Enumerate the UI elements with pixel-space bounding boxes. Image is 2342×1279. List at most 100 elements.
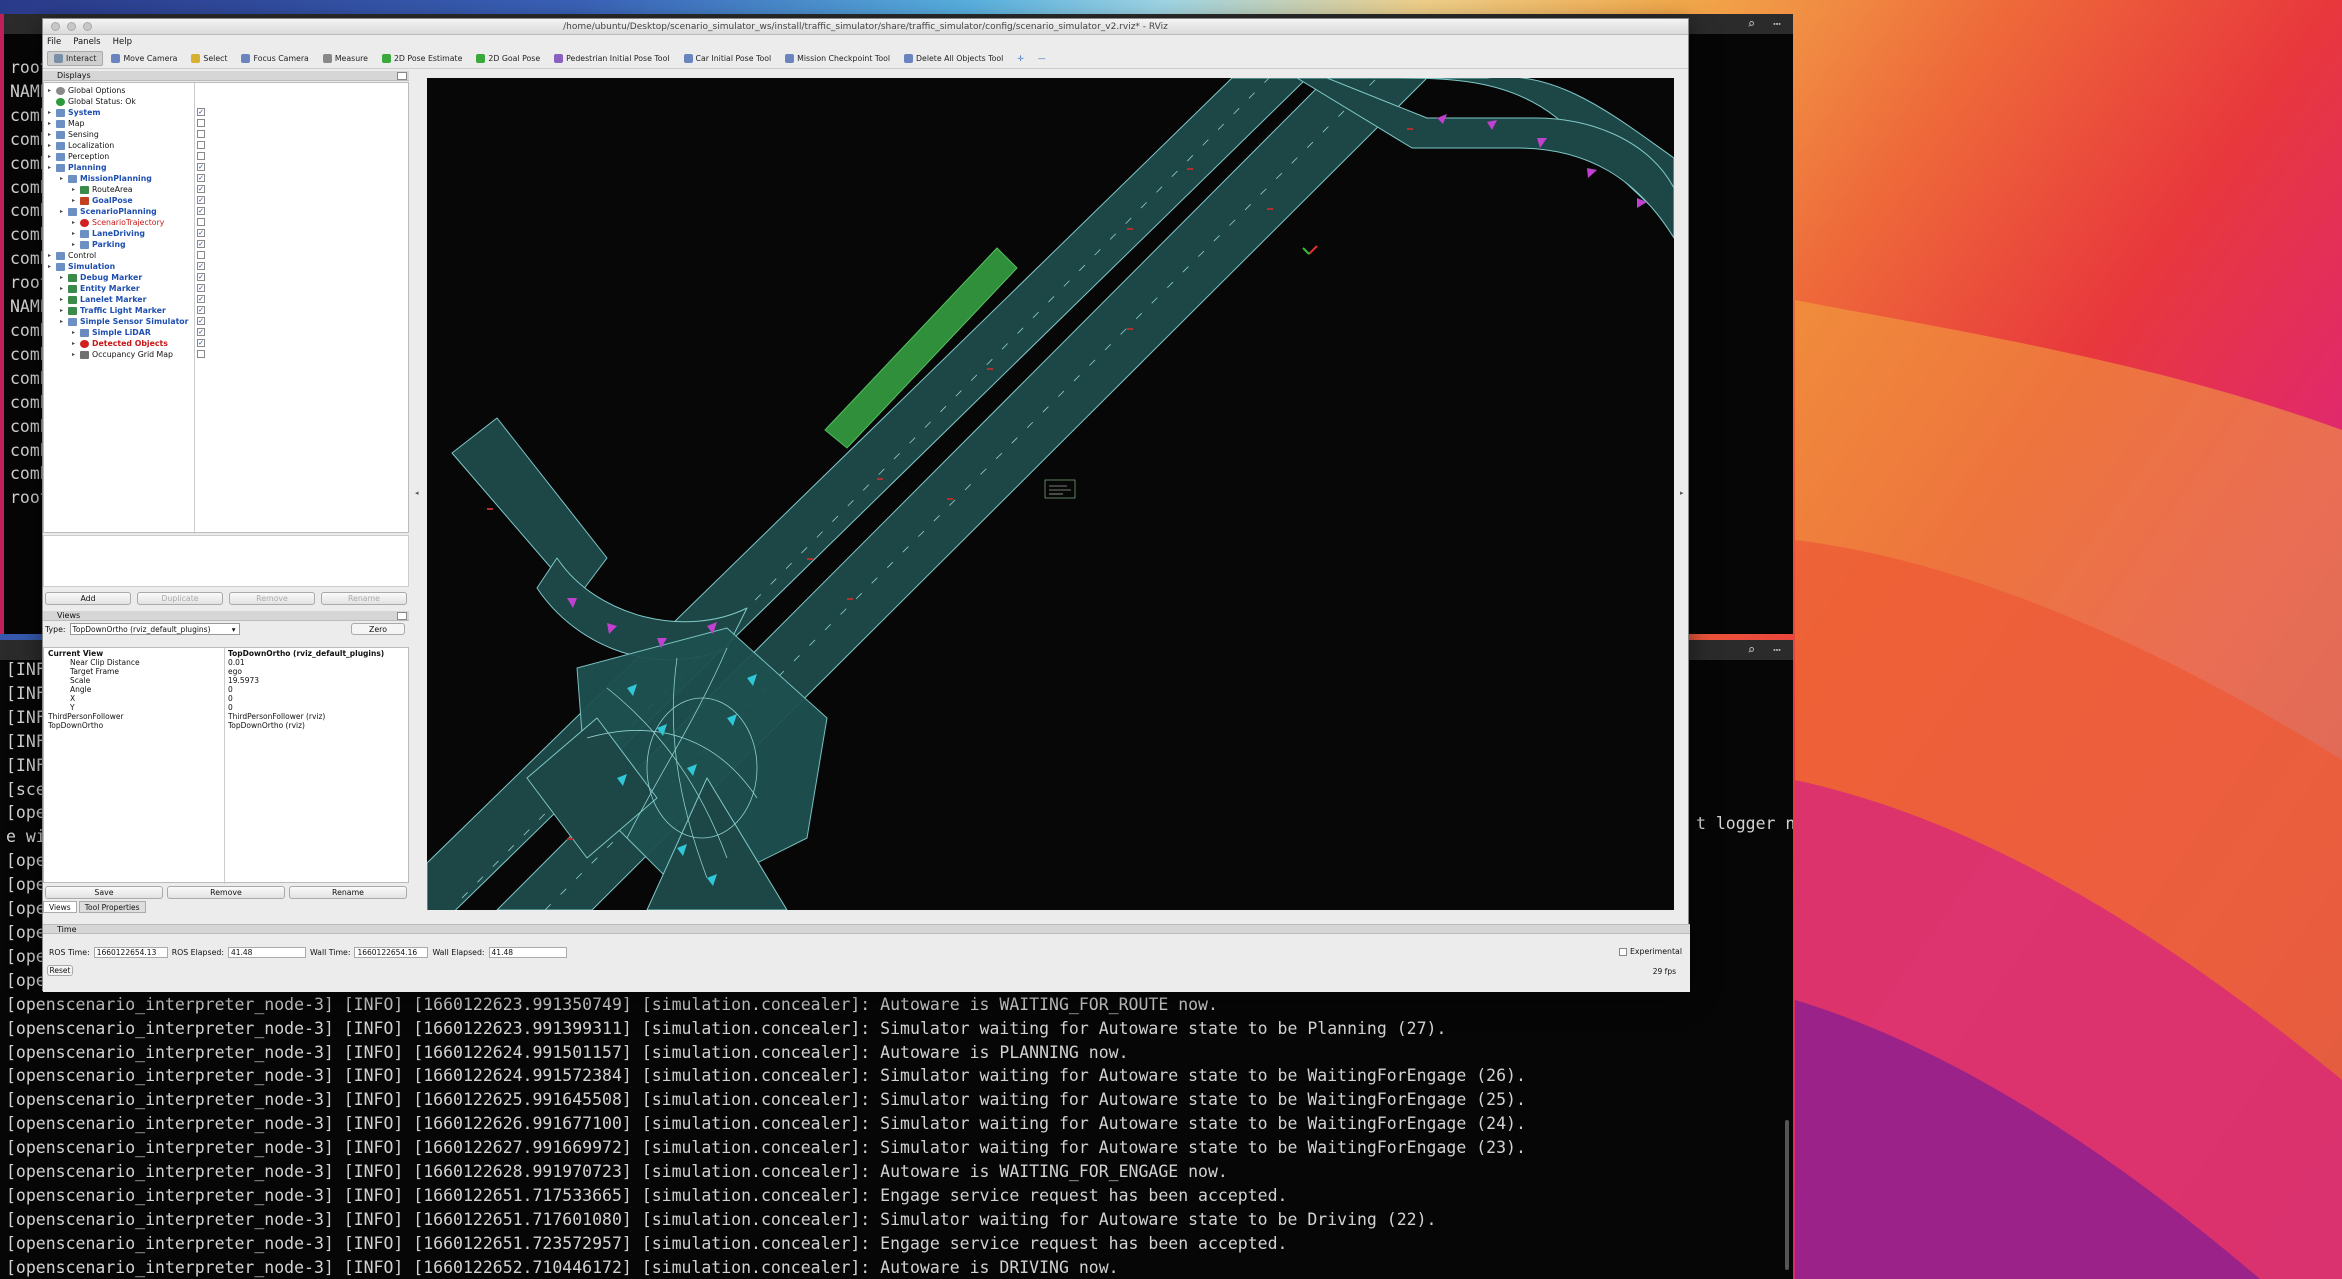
view-property-name[interactable]: Near Clip Distance xyxy=(70,658,140,667)
expand-arrow-icon[interactable]: ▸ xyxy=(48,87,56,94)
tree-item[interactable]: ▸ Global Options xyxy=(48,85,125,96)
tree-item[interactable]: ▸ Map xyxy=(48,118,84,129)
expand-arrow-icon[interactable]: ▸ xyxy=(72,340,80,347)
menu-panels[interactable]: Panels xyxy=(73,37,100,47)
expand-arrow-icon[interactable]: ▸ xyxy=(48,120,56,127)
visibility-checkbox[interactable]: ✓ xyxy=(197,240,205,248)
tree-item[interactable]: ▸ Debug Marker xyxy=(60,272,142,283)
expand-arrow-icon[interactable]: ▸ xyxy=(72,230,80,237)
tree-item[interactable]: ▸ Localization xyxy=(48,140,114,151)
tree-item[interactable]: ▸ Simple Sensor Simulator xyxy=(60,316,189,327)
tool-2d-pose-estimate-button[interactable]: 2D Pose Estimate xyxy=(376,52,468,65)
wall-elapsed-field[interactable]: 41.48 xyxy=(488,947,567,958)
expand-arrow-icon[interactable]: ▸ xyxy=(60,285,68,292)
remove-tool-icon[interactable]: — xyxy=(1032,52,1052,65)
visibility-checkbox[interactable]: ✓ xyxy=(197,108,205,116)
visibility-checkbox[interactable] xyxy=(197,350,205,358)
tree-item[interactable]: ▸ Traffic Light Marker xyxy=(60,305,166,316)
visibility-checkbox[interactable]: ✓ xyxy=(197,229,205,237)
tree-item[interactable]: ▸ Entity Marker xyxy=(60,283,140,294)
visibility-checkbox[interactable]: ✓ xyxy=(197,328,205,336)
tool-move-camera-button[interactable]: Move Camera xyxy=(105,52,183,65)
add-tool-icon[interactable]: ✛ xyxy=(1011,52,1030,65)
visibility-checkbox[interactable]: ✓ xyxy=(197,207,205,215)
view-type-select[interactable]: TopDownOrtho (rviz_default_plugins) ▾ xyxy=(69,623,240,635)
visibility-checkbox[interactable] xyxy=(197,251,205,259)
view-property-name[interactable]: TopDownOrtho xyxy=(48,721,103,730)
visibility-checkbox[interactable] xyxy=(197,218,205,226)
visibility-checkbox[interactable]: ✓ xyxy=(197,196,205,204)
tool-mission-checkpoint-tool-button[interactable]: Mission Checkpoint Tool xyxy=(779,52,896,65)
view-property-value[interactable]: ThirdPersonFollower (rviz) xyxy=(228,712,325,721)
tab-views[interactable]: Views xyxy=(43,901,77,913)
view-property-value[interactable]: TopDownOrtho (rviz) xyxy=(228,721,305,730)
expand-arrow-icon[interactable]: ▸ xyxy=(48,252,56,259)
terminal-scrollbar[interactable] xyxy=(1785,1120,1789,1270)
tool-car-initial-pose-tool-button[interactable]: Car Initial Pose Tool xyxy=(678,52,778,65)
tree-item[interactable]: ▸ Detected Objects xyxy=(72,338,168,349)
tool-interact-button[interactable]: Interact xyxy=(47,51,104,66)
expand-arrow-icon[interactable]: ▸ xyxy=(72,186,80,193)
tree-item[interactable]: ▸ Parking xyxy=(72,239,126,250)
visibility-checkbox[interactable]: ✓ xyxy=(197,306,205,314)
visibility-checkbox[interactable]: ✓ xyxy=(197,262,205,270)
more-icon[interactable]: ⋯ xyxy=(1773,17,1781,32)
rviz-window[interactable]: /home/ubuntu/Desktop/scenario_simulator_… xyxy=(42,18,1690,992)
tool-pedestrian-initial-pose-tool-button[interactable]: Pedestrian Initial Pose Tool xyxy=(548,52,675,65)
view-property-value[interactable]: 0 xyxy=(228,685,233,694)
tree-item[interactable]: ▸ System xyxy=(48,107,100,118)
duplicate-display-button[interactable]: Duplicate xyxy=(137,592,223,605)
expand-arrow-icon[interactable]: ▸ xyxy=(60,296,68,303)
menu-file[interactable]: File xyxy=(47,37,61,47)
tree-item[interactable]: ▸ Simple LiDAR xyxy=(72,327,151,338)
visibility-checkbox[interactable] xyxy=(197,141,205,149)
ros-elapsed-field[interactable]: 41.48 xyxy=(227,947,306,958)
view-property-name[interactable]: Scale xyxy=(70,676,90,685)
tool-2d-goal-pose-button[interactable]: 2D Goal Pose xyxy=(470,52,546,65)
tool-measure-button[interactable]: Measure xyxy=(317,52,374,65)
zero-button[interactable]: Zero xyxy=(351,623,405,635)
save-view-button[interactable]: Save xyxy=(45,886,163,899)
expand-arrow-icon[interactable]: ▸ xyxy=(48,142,56,149)
view-property-value[interactable]: ego xyxy=(228,667,242,676)
search-icon[interactable]: ⌕ xyxy=(1747,643,1755,658)
view-property-name[interactable]: Target Frame xyxy=(70,667,119,676)
experimental-checkbox[interactable] xyxy=(1619,947,1627,956)
view-property-name[interactable]: Y xyxy=(70,703,75,712)
expand-arrow-icon[interactable]: ▸ xyxy=(60,307,68,314)
add-display-button[interactable]: Add xyxy=(45,592,131,605)
visibility-checkbox[interactable]: ✓ xyxy=(197,339,205,347)
undock-icon[interactable] xyxy=(397,72,407,80)
reset-button[interactable]: Reset xyxy=(47,965,73,976)
tool-select-button[interactable]: Select xyxy=(185,52,233,65)
3d-render-view[interactable] xyxy=(427,78,1674,910)
expand-arrow-icon[interactable]: ▸ xyxy=(72,219,80,226)
view-property-name[interactable]: X xyxy=(70,694,75,703)
visibility-checkbox[interactable]: ✓ xyxy=(197,163,205,171)
visibility-checkbox[interactable]: ✓ xyxy=(197,273,205,281)
expand-arrow-icon[interactable]: ▸ xyxy=(72,351,80,358)
visibility-checkbox[interactable]: ✓ xyxy=(197,185,205,193)
visibility-checkbox[interactable] xyxy=(197,152,205,160)
tool-focus-camera-button[interactable]: Focus Camera xyxy=(235,52,314,65)
collapse-right-handle[interactable]: ▸ xyxy=(1680,489,1684,497)
tree-item[interactable]: ▸ ScenarioPlanning xyxy=(60,206,157,217)
experimental-toggle[interactable]: Experimental xyxy=(1619,947,1682,956)
expand-arrow-icon[interactable]: ▸ xyxy=(72,241,80,248)
visibility-checkbox[interactable] xyxy=(197,119,205,127)
tree-item[interactable]: ▸ Lanelet Marker xyxy=(60,294,146,305)
expand-arrow-icon[interactable]: ▸ xyxy=(48,263,56,270)
tree-item[interactable]: ▸ Simulation xyxy=(48,261,115,272)
visibility-checkbox[interactable]: ✓ xyxy=(197,284,205,292)
more-icon[interactable]: ⋯ xyxy=(1773,643,1781,658)
tree-item[interactable]: ▸ Planning xyxy=(48,162,107,173)
view-property-name[interactable]: ThirdPersonFollower xyxy=(48,712,124,721)
tree-item[interactable]: ▸ ScenarioTrajectory xyxy=(72,217,164,228)
view-property-value[interactable]: 0 xyxy=(228,694,233,703)
expand-arrow-icon[interactable]: ▸ xyxy=(48,153,56,160)
view-property-value[interactable]: TopDownOrtho (rviz_default_plugins) xyxy=(228,649,384,658)
expand-arrow-icon[interactable]: ▸ xyxy=(72,197,80,204)
visibility-checkbox[interactable]: ✓ xyxy=(197,317,205,325)
tree-item[interactable]: ▸ GoalPose xyxy=(72,195,133,206)
view-property-value[interactable]: 0.01 xyxy=(228,658,245,667)
